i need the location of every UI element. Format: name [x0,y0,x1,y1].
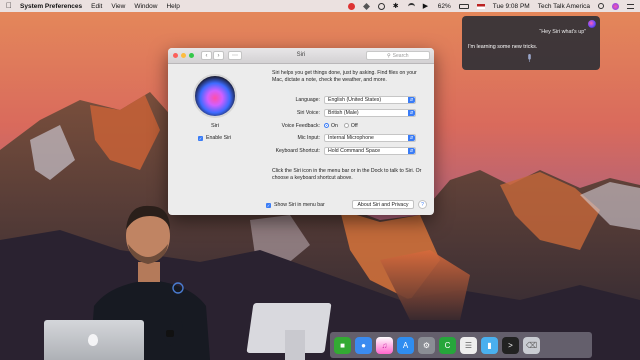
menu-view[interactable]: View [111,3,125,10]
voice-feedback-on-radio[interactable] [324,123,329,128]
notification-center-icon[interactable] [627,3,634,9]
menu-help[interactable]: Help [166,3,179,10]
popup-arrows-icon: ⇵ [408,134,415,141]
popup-arrows-icon: ⇵ [408,109,415,116]
menu-app-name[interactable]: System Preferences [20,3,82,10]
mic-input-row: Mic Input: Internal Microphone ⇵ [262,133,426,142]
wifi-icon[interactable] [407,2,415,10]
menu-edit[interactable]: Edit [91,3,102,10]
search-icon: ⚲ [387,52,391,59]
siri-orb-icon [193,74,237,118]
apple-logo-icon [88,334,98,346]
siri-instructions: Click the Siri icon in the menu bar or i… [272,168,422,181]
show-siri-in-menubar-checkbox[interactable]: ✓ Show Siri in menu bar [266,202,325,208]
itunes-icon[interactable]: ♫ [376,336,393,354]
mic-input-select[interactable]: Internal Microphone ⇵ [324,133,416,142]
popup-arrows-icon: ⇵ [408,96,415,103]
siri-description: Siri helps you get things done, just by … [272,70,417,83]
voice-feedback-off-radio[interactable] [343,123,349,128]
enable-siri-label: Enable Siri [206,135,232,141]
voice-feedback-off-label: Off [350,122,358,129]
enable-siri-checkbox[interactable]: ✓ Enable Siri [198,135,231,141]
menu-bar-extras: ✱ ▶ 62% Tue 9:08 PM Tech Talk America [340,2,634,10]
about-siri-privacy-button[interactable]: About Siri and Privacy [352,200,414,209]
popup-arrows-icon: ⇵ [408,147,415,154]
bluetooth-icon[interactable]: ✱ [393,3,400,10]
time-machine-icon[interactable] [377,2,385,10]
voice-feedback-on-label: On [331,122,338,129]
app-store-icon[interactable]: A [397,336,414,354]
folder-icon[interactable]: ▮ [481,336,498,354]
volume-icon[interactable]: ▶ [423,3,430,10]
menu-user-name[interactable]: Tech Talk America [538,3,590,10]
siri-preferences-window: ‹ › ⋯ Siri ⚲ Search Siri ✓ Enable Siri S… [168,48,434,215]
microphone-icon[interactable] [527,54,532,63]
search-field[interactable]: ⚲ Search [366,51,430,60]
siri-reply-text: I'm learning some new tricks. [468,44,538,50]
siri-voice-value: British (Male) [328,109,359,116]
window-titlebar[interactable]: ‹ › ⋯ Siri ⚲ Search [168,48,434,64]
voice-feedback-row: Voice Feedback: On Off [262,121,426,130]
input-flag-icon[interactable] [476,3,485,9]
camtasia-menu-icon[interactable] [347,2,355,10]
mic-input-value: Internal Microphone [328,134,374,141]
spotlight-icon[interactable] [598,3,604,9]
language-select[interactable]: English (United States) ⇵ [324,95,416,104]
siri-label: Siri [210,123,220,129]
tablet-stand-prop [285,330,305,360]
show-siri-in-menubar-label: Show Siri in menu bar [274,202,325,208]
menu-clock[interactable]: Tue 9:08 PM [493,3,530,10]
checkbox-checked-icon[interactable]: ✓ [198,135,203,141]
mic-input-label: Mic Input: [297,134,321,141]
checkbox-checked-icon[interactable]: ✓ [266,202,271,208]
system-preferences-icon[interactable]: ⚙ [418,336,435,354]
apple-menu-icon[interactable]:  [6,2,12,10]
menu-bar:  System Preferences Edit View Window He… [0,0,640,12]
siri-panel[interactable]: “Hey Siri what's up” I'm learning some n… [462,16,600,70]
document-icon[interactable]: ☰ [460,336,477,354]
voice-feedback-label: Voice Feedback: [281,122,320,129]
battery-icon[interactable] [458,3,469,9]
dropbox-icon[interactable] [362,2,370,10]
language-row: Language: English (United States) ⇵ [262,95,426,104]
siri-voice-select[interactable]: British (Male) ⇵ [324,108,416,117]
keyboard-shortcut-row: Keyboard Shortcut: Hold Command Space ⇵ [262,146,426,155]
help-button[interactable]: ? [418,200,427,209]
language-label: Language: [295,96,320,103]
keyboard-shortcut-label: Keyboard Shortcut: [275,147,320,154]
dock: ■ ● ♫ A ⚙ C ☰ ▮ > ⌫ [330,332,592,358]
keyboard-shortcut-value: Hold Command Space [328,147,381,154]
siri-menu-icon[interactable] [612,2,619,10]
messages-icon[interactable]: ● [355,336,372,354]
siri-orb-icon [588,20,596,28]
terminal-icon[interactable]: > [502,336,519,354]
laptop-prop [44,320,144,360]
siri-voice-label: Siri Voice: [296,109,320,116]
siri-voice-row: Siri Voice: British (Male) ⇵ [262,108,426,117]
menu-window[interactable]: Window [134,3,157,10]
trash-icon[interactable]: ⌫ [523,336,540,354]
search-placeholder: Search [392,52,409,59]
facetime-icon[interactable]: ■ [334,336,351,354]
language-value: English (United States) [328,96,382,103]
battery-percent[interactable]: 62% [438,3,451,10]
camtasia-icon[interactable]: C [439,336,456,354]
siri-query-text: “Hey Siri what's up” [539,29,586,35]
keyboard-shortcut-select[interactable]: Hold Command Space ⇵ [324,146,416,155]
